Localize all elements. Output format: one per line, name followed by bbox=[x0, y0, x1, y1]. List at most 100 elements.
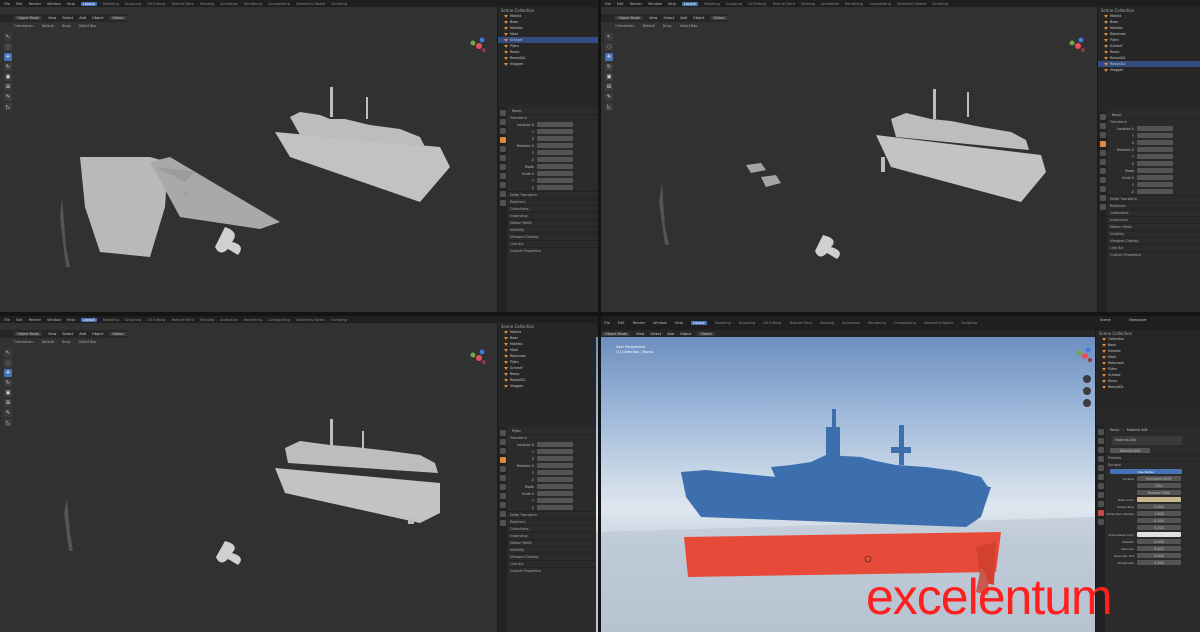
outliner-item[interactable]: Vlaggen bbox=[498, 383, 598, 389]
material-field[interactable]: 0.200 bbox=[1137, 518, 1181, 523]
workspace-tab[interactable]: UV Editing bbox=[763, 321, 781, 325]
transform-field[interactable] bbox=[1137, 168, 1173, 173]
workspace-tab[interactable]: Compositing bbox=[268, 318, 290, 322]
props-section[interactable]: Relations bbox=[498, 518, 598, 525]
workspace-tab[interactable]: Animation bbox=[821, 2, 839, 6]
transform-field[interactable] bbox=[537, 463, 573, 468]
material-slot-name[interactable]: Material.006 bbox=[1112, 435, 1182, 445]
viewport-3d[interactable]: Object Mode View Select Add Object Global Ori… bbox=[601, 7, 1097, 312]
material-field[interactable]: 1.000 bbox=[1137, 511, 1181, 516]
workspace-tab[interactable]: Compositing bbox=[268, 2, 290, 6]
transform-field[interactable] bbox=[537, 143, 573, 148]
material-slot[interactable]: Material.006 bbox=[1098, 433, 1200, 447]
menu-item[interactable]: Help bbox=[675, 321, 683, 325]
workspace-tab[interactable]: Rendering bbox=[244, 318, 262, 322]
transform-field[interactable] bbox=[1137, 182, 1173, 187]
transform-field[interactable] bbox=[537, 178, 573, 183]
transform-field[interactable] bbox=[537, 171, 573, 176]
props-section[interactable]: Relations bbox=[1098, 202, 1200, 209]
workspace-tab[interactable]: Sculpting bbox=[739, 321, 755, 325]
outliner-item[interactable]: Romp001 bbox=[1096, 384, 1200, 390]
transform-field[interactable] bbox=[537, 470, 573, 475]
props-section[interactable]: Instancing bbox=[498, 532, 598, 539]
preview-section[interactable]: Preview bbox=[1096, 454, 1200, 461]
props-section[interactable]: Instancing bbox=[1098, 216, 1200, 223]
transform-field[interactable] bbox=[1137, 147, 1173, 152]
workspace-tab[interactable]: Shading bbox=[801, 2, 815, 6]
workspace-tab[interactable]: UV Editing bbox=[748, 2, 766, 6]
workspace-tab[interactable]: Rendering bbox=[845, 2, 863, 6]
outliner-item[interactable]: Vlaggen bbox=[498, 61, 598, 67]
props-section[interactable]: Custom Properties bbox=[1098, 251, 1200, 258]
menu-item[interactable]: Help bbox=[67, 2, 75, 6]
transform-field[interactable] bbox=[1137, 175, 1173, 180]
material-selector[interactable]: Material.006 bbox=[1096, 447, 1200, 454]
props-section[interactable]: Motion Paths bbox=[498, 219, 598, 226]
transform-field[interactable] bbox=[537, 150, 573, 155]
workspace-tab[interactable]: UV Editing bbox=[147, 2, 165, 6]
workspace-tab[interactable]: Geometry Nodes bbox=[897, 2, 927, 6]
menu-item[interactable]: Window bbox=[653, 321, 667, 325]
workspace-tab[interactable]: Shading bbox=[200, 2, 214, 6]
viewport-3d[interactable]: Object Mode View Select Add Object Global Ori… bbox=[0, 7, 497, 312]
menu-item[interactable]: Edit bbox=[618, 321, 625, 325]
workspace-tab[interactable]: Geometry Nodes bbox=[296, 2, 326, 6]
transform-field[interactable] bbox=[1137, 189, 1173, 194]
transform-field[interactable] bbox=[537, 157, 573, 162]
workspace-tab[interactable]: Shading bbox=[820, 321, 834, 325]
transform-section[interactable]: Transform bbox=[498, 434, 598, 441]
props-section[interactable]: Line Art bbox=[498, 240, 598, 247]
menu-item[interactable]: Edit bbox=[16, 318, 23, 322]
menu-item[interactable]: File bbox=[4, 318, 10, 322]
material-field[interactable] bbox=[1137, 532, 1181, 537]
transform-field[interactable] bbox=[537, 185, 573, 190]
menu-item[interactable]: File bbox=[4, 2, 10, 6]
transform-section[interactable]: Transform bbox=[498, 114, 598, 121]
workspace-tab[interactable]: Animation bbox=[220, 318, 238, 322]
transform-field[interactable] bbox=[1137, 140, 1173, 145]
material-field[interactable]: 0.500 bbox=[1137, 546, 1181, 551]
material-field[interactable] bbox=[1137, 497, 1181, 502]
props-section[interactable]: Delta Transform bbox=[498, 511, 598, 518]
material-field[interactable]: Random Walk bbox=[1137, 490, 1181, 495]
material-field[interactable]: 0.000 bbox=[1137, 504, 1181, 509]
props-section[interactable]: Custom Properties bbox=[498, 247, 598, 254]
material-name-field[interactable]: Material.006 bbox=[1110, 448, 1150, 453]
menu-item[interactable]: Help bbox=[668, 2, 676, 6]
workspace-tab[interactable]: Layout bbox=[80, 317, 97, 322]
workspace-tab[interactable]: Modeling bbox=[103, 2, 119, 6]
header-menu-item[interactable]: Add bbox=[667, 332, 674, 336]
workspace-tab[interactable]: Sculpting bbox=[125, 318, 141, 322]
props-section[interactable]: Collections bbox=[498, 525, 598, 532]
workspace-tab[interactable]: Modeling bbox=[704, 2, 720, 6]
props-section[interactable]: Custom Properties bbox=[498, 567, 598, 574]
transform-field[interactable] bbox=[537, 477, 573, 482]
props-section[interactable]: Relations bbox=[498, 198, 598, 205]
menu-item[interactable]: Render bbox=[29, 318, 41, 322]
use-nodes-button[interactable]: Use Nodes bbox=[1110, 469, 1182, 474]
menu-item[interactable]: Window bbox=[47, 318, 61, 322]
menu-item[interactable]: Edit bbox=[16, 2, 23, 6]
workspace-tab[interactable]: Sculpting bbox=[726, 2, 742, 6]
props-section[interactable]: Motion Paths bbox=[1098, 223, 1200, 230]
workspace-tab[interactable]: Modeling bbox=[103, 318, 119, 322]
props-section[interactable]: Instancing bbox=[498, 212, 598, 219]
menu-item[interactable]: Window bbox=[648, 2, 662, 6]
workspace-tab[interactable]: Geometry Nodes bbox=[924, 321, 954, 325]
props-section[interactable]: Delta Transform bbox=[1098, 195, 1200, 202]
transform-field[interactable] bbox=[1137, 161, 1173, 166]
props-section[interactable]: Line Art bbox=[498, 560, 598, 567]
transform-field[interactable] bbox=[537, 498, 573, 503]
transform-field[interactable] bbox=[537, 136, 573, 141]
workspace-tab[interactable]: Scripting bbox=[331, 2, 347, 6]
props-section[interactable]: Collections bbox=[498, 205, 598, 212]
workspace-tab[interactable]: Scripting bbox=[932, 2, 948, 6]
workspace-tab[interactable]: Compositing bbox=[894, 321, 916, 325]
mode-dropdown[interactable]: Object Mode bbox=[602, 331, 631, 336]
workspace-tab[interactable]: Scripting bbox=[961, 321, 977, 325]
props-section[interactable]: Delta Transform bbox=[498, 191, 598, 198]
workspace-tab[interactable]: Texture Paint bbox=[772, 2, 795, 6]
props-section[interactable]: Collections bbox=[1098, 209, 1200, 216]
material-field[interactable]: 0.100 bbox=[1137, 525, 1181, 530]
material-field[interactable]: 0.000 bbox=[1137, 553, 1181, 558]
